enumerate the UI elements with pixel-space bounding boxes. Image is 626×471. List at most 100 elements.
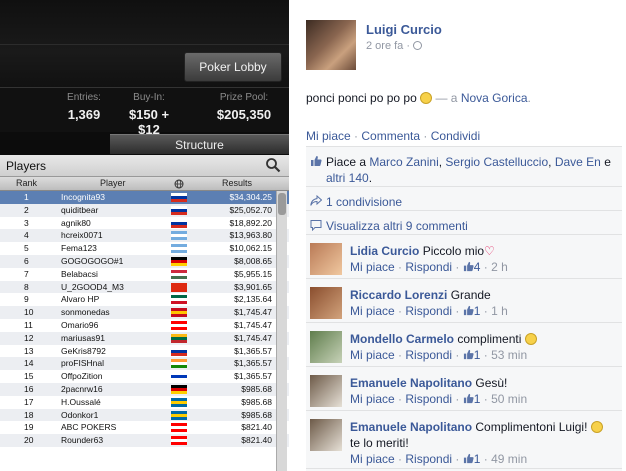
feedback-panel: Piace a Marco Zanini, Sergio Castellucci… [306, 146, 622, 471]
comment-time[interactable]: 1 h [491, 304, 508, 318]
avatar[interactable] [310, 419, 342, 451]
col-rank[interactable]: Rank [16, 178, 37, 188]
player-rank: 18 [24, 409, 34, 420]
comment-like-count[interactable]: 1 [474, 392, 481, 406]
comment-like-link[interactable]: Mi piace [350, 348, 395, 362]
table-row[interactable]: 7 Belabacsi $5,955.15 [0, 268, 289, 281]
tab-structure[interactable]: Structure [110, 134, 289, 154]
thumbs-up-icon [463, 349, 474, 360]
liker-name[interactable]: Marco Zanini [369, 155, 438, 169]
poker-lobby-button[interactable]: Poker Lobby [184, 52, 282, 82]
table-row[interactable]: 12 mariusas91 $1,745.47 [0, 331, 289, 345]
comment-author[interactable]: Riccardo Lorenzi [350, 288, 447, 302]
table-row[interactable]: 11 Omario96 $1,745.47 [0, 319, 289, 332]
player-result: $8,008.65 [234, 255, 272, 266]
player-name: ABC POKERS [61, 422, 117, 433]
comment-like-link[interactable]: Mi piace [350, 452, 395, 466]
post-timestamp[interactable]: 2 ore fa · [366, 40, 423, 52]
player-rank: 10 [24, 307, 34, 318]
table-row[interactable]: 15 OffpoZition $1,365.57 [0, 370, 289, 383]
comment-author[interactable]: Lidia Curcio [350, 244, 419, 258]
country-flag-icon [171, 359, 187, 369]
comment-like-count[interactable]: 1 [474, 452, 481, 466]
comment-reply-link[interactable]: Rispondi [405, 452, 452, 466]
player-rank: 15 [24, 371, 34, 382]
table-row[interactable]: 6 GOGOGOGO#1 $8,008.65 [0, 254, 289, 268]
col-player[interactable]: Player [100, 178, 126, 188]
player-result: $5,955.15 [234, 268, 272, 279]
comment-reply-link[interactable]: Rispondi [405, 304, 452, 318]
heart-emoji-icon: ♡ [484, 244, 495, 258]
table-row[interactable]: 19 ABC POKERS $821.40 [0, 421, 289, 434]
player-name: H.Oussalé [61, 396, 101, 407]
col-results[interactable]: Results [222, 178, 252, 188]
liker-name[interactable]: Sergio Castelluccio [445, 155, 548, 169]
shares-link[interactable]: 1 condivisione [326, 194, 618, 210]
table-row[interactable]: 20 Rounder63 $821.40 [0, 434, 289, 447]
magnifier-icon[interactable] [265, 157, 281, 173]
view-more-comments-link[interactable]: Visualizza altri 9 commenti [326, 218, 618, 234]
table-row[interactable]: 14 proFISHnal $1,365.57 [0, 357, 289, 371]
comment-author[interactable]: Mondello Carmelo [350, 332, 454, 346]
avatar[interactable] [310, 287, 342, 319]
separator: · [354, 129, 359, 143]
table-row[interactable]: 2 quiditbear $25,052.70 [0, 203, 289, 217]
scrollbar-thumb[interactable] [278, 193, 286, 215]
country-flag-icon [171, 308, 187, 318]
player-name: quiditbear [61, 204, 99, 215]
likes-others-link[interactable]: altri 140 [326, 171, 369, 185]
comment-time[interactable]: 2 h [491, 260, 508, 274]
table-row[interactable]: 16 2pacnrw16 $985.68 [0, 382, 289, 396]
players-scrollbar[interactable] [276, 191, 287, 471]
table-row[interactable]: 13 GeKris8792 $1,365.57 [0, 345, 289, 358]
share-link[interactable]: Condividi [431, 129, 480, 143]
country-flag-icon [171, 333, 187, 343]
comment-like-count[interactable]: 4 [474, 260, 481, 274]
comment-author[interactable]: Emanuele Napolitano [350, 376, 472, 390]
comment-reply-link[interactable]: Rispondi [405, 348, 452, 362]
country-flag-icon [171, 320, 187, 330]
comment-link[interactable]: Commenta [361, 129, 420, 143]
share-arrow-icon [310, 195, 322, 206]
avatar[interactable] [310, 331, 342, 363]
location-link[interactable]: Nova Gorica [461, 91, 528, 105]
comment-time[interactable]: 50 min [491, 392, 527, 406]
avatar[interactable] [310, 375, 342, 407]
comment-author[interactable]: Emanuele Napolitano [350, 420, 472, 434]
avatar[interactable] [310, 243, 342, 275]
smile-emoji-icon [524, 333, 537, 345]
shares-row: 1 condivisione [306, 187, 622, 211]
table-row[interactable]: 9 Alvaro HP $2,135.64 [0, 293, 289, 306]
prize-pool-value: $205,350 [216, 107, 272, 122]
table-row[interactable]: 10 sonmonedas $1,745.47 [0, 306, 289, 319]
comment-text-cont: te lo meriti! [350, 436, 409, 450]
comment-like-link[interactable]: Mi piace [350, 392, 395, 406]
post-author[interactable]: Luigi Curcio [366, 22, 442, 37]
comment-like-count[interactable]: 1 [474, 304, 481, 318]
player-rank: 11 [24, 319, 33, 330]
table-row[interactable]: 17 H.Oussalé $985.68 [0, 396, 289, 409]
table-row[interactable]: 4 hcreix0071 $13,963.80 [0, 229, 289, 243]
table-row[interactable]: 5 Fema123 $10,062.15 [0, 242, 289, 255]
author-profile-photo[interactable] [306, 20, 356, 70]
smile-emoji-icon [590, 421, 603, 433]
comment-like-link[interactable]: Mi piace [350, 260, 395, 274]
comment-reply-link[interactable]: Rispondi [405, 260, 452, 274]
table-row[interactable]: 18 Odonkor1 $985.68 [0, 408, 289, 422]
comment-reply-link[interactable]: Rispondi [405, 392, 452, 406]
player-rank: 7 [24, 268, 29, 279]
comment-like-count[interactable]: 1 [474, 348, 481, 362]
separator: · [423, 129, 428, 143]
table-row[interactable]: 8 U_2GOOD4_M3 $3,901.65 [0, 280, 289, 294]
like-link[interactable]: Mi piace [306, 129, 351, 143]
table-row[interactable]: 3 agnik80 $18,892.20 [0, 217, 289, 230]
liker-name[interactable]: Dave En [555, 155, 601, 169]
table-row[interactable]: 1 Incognita93 $34,304.25 [0, 191, 289, 204]
comment-time[interactable]: 53 min [491, 348, 527, 362]
globe-icon[interactable] [174, 179, 184, 189]
player-result: $1,365.57 [234, 345, 272, 356]
comment-like-link[interactable]: Mi piace [350, 304, 395, 318]
country-flag-icon [171, 346, 187, 356]
comment-time[interactable]: 49 min [491, 452, 527, 466]
player-result: $985.68 [241, 383, 272, 394]
